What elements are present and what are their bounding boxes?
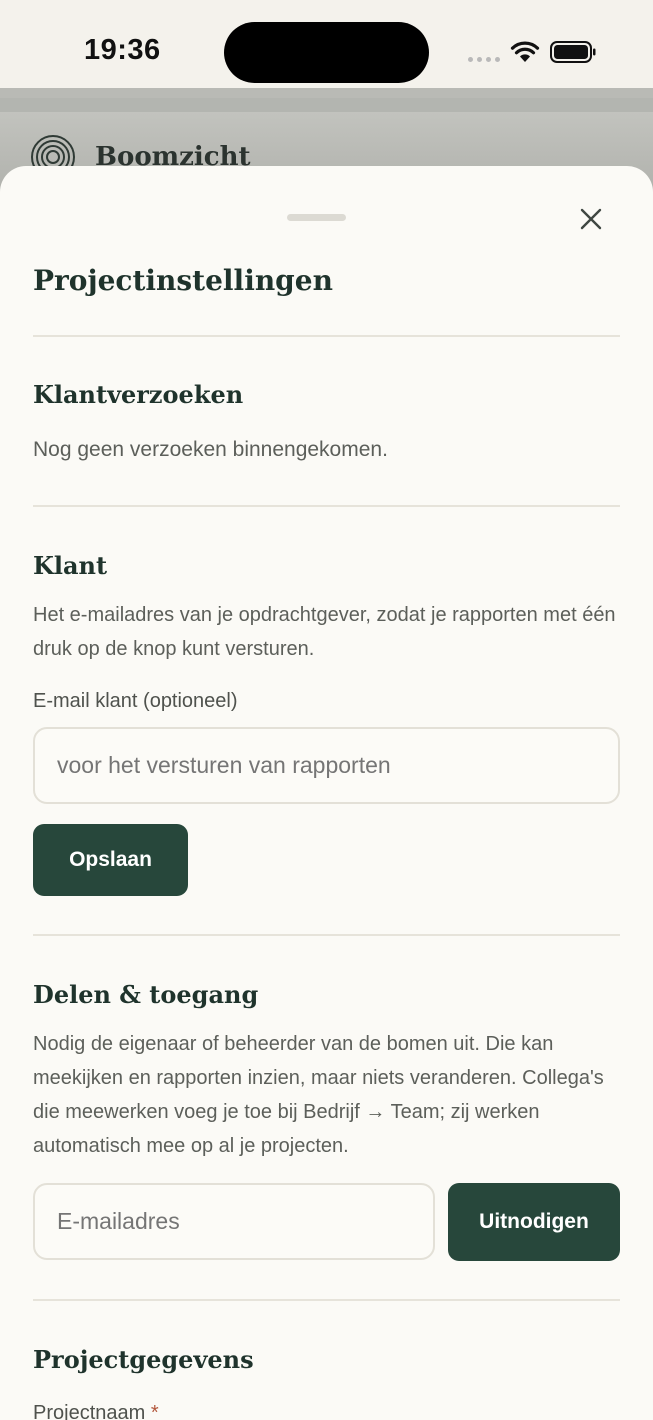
divider <box>33 335 620 337</box>
status-time: 19:36 <box>84 34 161 66</box>
close-button[interactable] <box>574 202 608 236</box>
required-marker: * <box>150 1402 159 1420</box>
screen: 19:36 Boomzicht Projectinstellingen Klan… <box>0 0 653 1420</box>
save-button[interactable]: Opslaan <box>33 824 188 896</box>
project-settings-sheet: Projectinstellingen Klantverzoeken Nog g… <box>0 166 653 1420</box>
project-name-label: Projectnaam * <box>33 1402 159 1420</box>
battery-icon <box>550 41 596 63</box>
client-section-title: Klant <box>33 551 108 580</box>
project-details-title: Projectgegevens <box>33 1345 254 1374</box>
divider <box>33 934 620 936</box>
project-name-label-text: Projectnaam <box>33 1402 146 1420</box>
sheet-title: Projectinstellingen <box>33 264 333 297</box>
invite-button[interactable]: Uitnodigen <box>448 1183 620 1261</box>
sharing-section-title: Delen & toegang <box>33 980 259 1009</box>
client-section-description: Het e-mailadres van je opdrachtgever, zo… <box>33 604 616 660</box>
client-requests-title: Klantverzoeken <box>33 380 244 409</box>
close-icon <box>580 208 602 230</box>
sharing-section-description: Nodig de eigenaar of beheerder van de bo… <box>33 1033 604 1157</box>
wifi-icon <box>510 41 540 62</box>
invite-email-input[interactable] <box>33 1183 435 1260</box>
client-email-label: E-mail klant (optioneel) <box>33 690 238 712</box>
sheet-grabber[interactable] <box>287 214 346 221</box>
divider <box>33 1299 620 1301</box>
cellular-signal-icon <box>468 57 500 62</box>
dynamic-island <box>224 22 429 83</box>
client-requests-empty-text: Nog geen verzoeken binnengekomen. <box>33 438 388 461</box>
status-bar: 19:36 <box>0 0 653 88</box>
divider <box>33 505 620 507</box>
client-email-input[interactable] <box>33 727 620 804</box>
